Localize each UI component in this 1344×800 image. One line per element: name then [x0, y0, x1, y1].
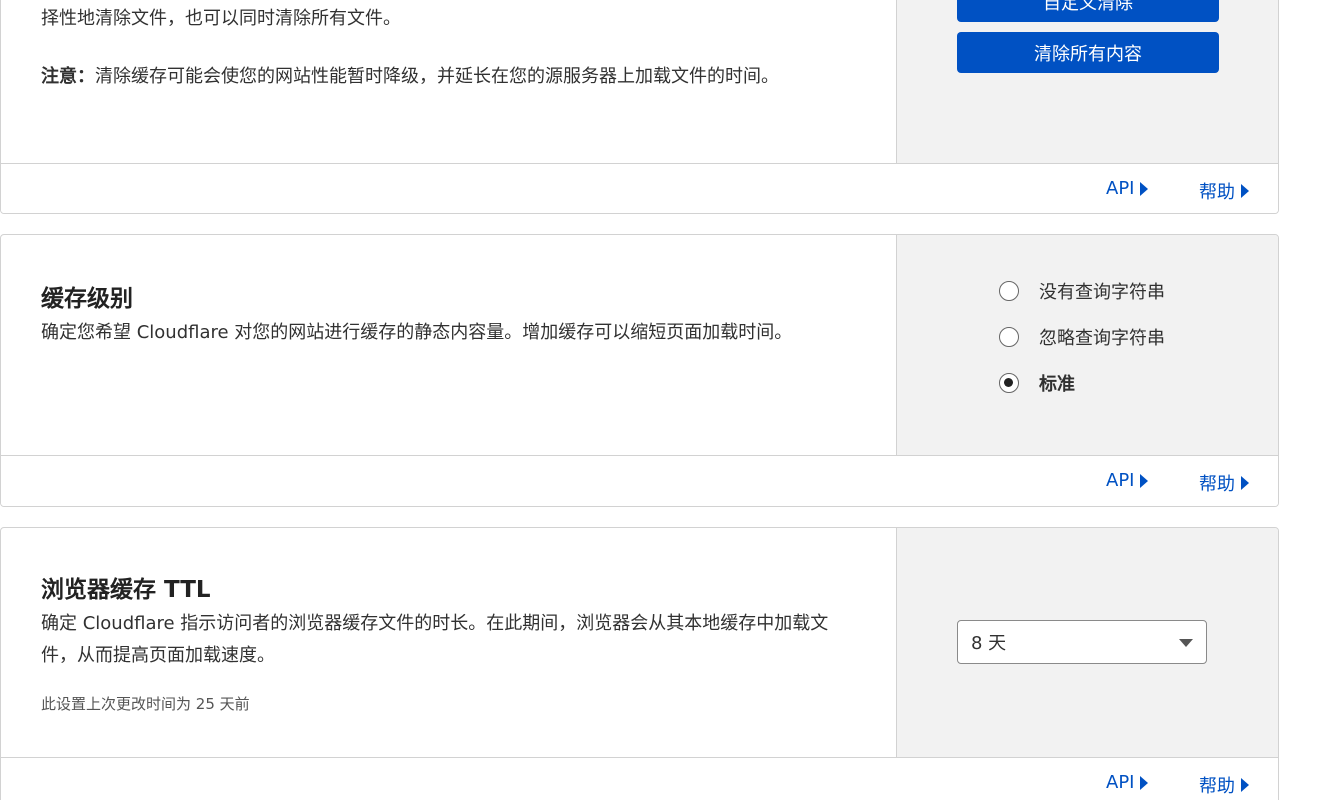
cache-level-description: 确定您希望 Cloudflare 对您的网站进行缓存的静态内容量。增加缓存可以缩…	[41, 322, 793, 343]
caret-right-icon	[1140, 775, 1149, 790]
browser-ttl-selected-value: 8 天	[971, 633, 1007, 654]
cache-level-help-link[interactable]: 帮助	[1199, 470, 1249, 496]
purge-cache-api-link[interactable]: API	[1106, 178, 1149, 199]
radio-button-checked[interactable]	[999, 373, 1019, 393]
purge-cache-actions-panel	[896, 0, 1278, 163]
api-link-label: API	[1106, 178, 1135, 199]
api-link-label: API	[1106, 470, 1135, 491]
cache-level-api-link[interactable]: API	[1106, 470, 1149, 491]
help-link-label: 帮助	[1199, 182, 1235, 203]
caret-right-icon	[1241, 778, 1249, 792]
radio-label: 标准	[1039, 374, 1075, 395]
purge-cache-description: 择性地清除文件，也可以同时清除所有文件。	[41, 8, 401, 29]
radio-button[interactable]	[999, 327, 1019, 347]
radio-label: 忽略查询字符串	[1039, 328, 1165, 349]
browser-ttl-description: 确定 Cloudflare 指示访问者的浏览器缓存文件的时长。在此期间，浏览器会…	[41, 613, 829, 666]
radio-label: 没有查询字符串	[1039, 282, 1165, 303]
help-link-label: 帮助	[1199, 474, 1235, 495]
browser-ttl-title: 浏览器缓存 TTL	[41, 577, 211, 603]
purge-cache-card: 择性地清除文件，也可以同时清除所有文件。 注意：清除缓存可能会使您的网站性能暂时…	[0, 0, 1279, 214]
browser-ttl-footer: API 帮助	[1, 757, 1278, 800]
purge-all-button[interactable]: 清除所有内容	[957, 32, 1219, 73]
radio-ignore-query-string[interactable]: 忽略查询字符串	[999, 324, 1165, 350]
custom-purge-button[interactable]: 自定义清除	[957, 0, 1219, 22]
help-link-label: 帮助	[1199, 776, 1235, 797]
purge-cache-note: 注意：清除缓存可能会使您的网站性能暂时降级，并延长在您的源服务器上加载文件的时间…	[41, 61, 861, 93]
purge-cache-help-link[interactable]: 帮助	[1199, 178, 1249, 204]
radio-standard[interactable]: 标准	[999, 370, 1075, 396]
radio-button[interactable]	[999, 281, 1019, 301]
note-text: 清除缓存可能会使您的网站性能暂时降级，并延长在您的源服务器上加载文件的时间。	[95, 66, 779, 87]
browser-ttl-select[interactable]: 8 天	[957, 620, 1207, 664]
caret-right-icon	[1140, 181, 1149, 196]
purge-cache-footer: API 帮助	[1, 163, 1278, 213]
radio-no-query-string[interactable]: 没有查询字符串	[999, 278, 1165, 304]
caret-right-icon	[1140, 473, 1149, 488]
chevron-down-icon	[1179, 639, 1193, 647]
browser-ttl-help-link[interactable]: 帮助	[1199, 772, 1249, 798]
caret-right-icon	[1241, 476, 1249, 490]
cache-level-footer: API 帮助	[1, 455, 1278, 506]
browser-ttl-api-link[interactable]: API	[1106, 772, 1149, 793]
cache-level-card: 缓存级别 确定您希望 Cloudflare 对您的网站进行缓存的静态内容量。增加…	[0, 234, 1279, 507]
cache-level-title: 缓存级别	[41, 286, 133, 312]
browser-ttl-last-modified: 此设置上次更改时间为 25 天前	[41, 695, 250, 713]
caret-right-icon	[1241, 184, 1249, 198]
note-label: 注意：	[41, 66, 95, 87]
api-link-label: API	[1106, 772, 1135, 793]
